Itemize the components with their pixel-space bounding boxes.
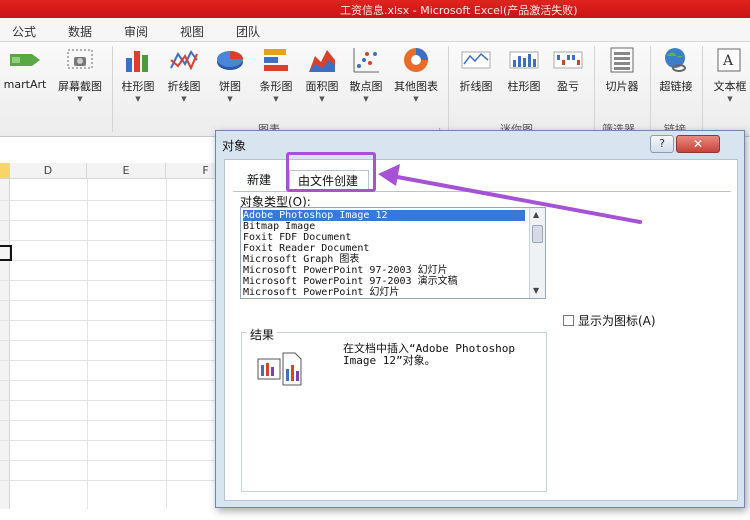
dialog-body: 新建 由文件创建 对象类型(O): Adobe Photoshop Image … — [224, 159, 738, 501]
sparkline-column-icon — [509, 51, 539, 69]
tab-new[interactable]: 新建 — [239, 170, 287, 192]
chevron-down-icon: ▼ — [227, 95, 233, 103]
scatter-chart-button[interactable]: 散点图 ▼ — [344, 46, 388, 103]
line-chart-icon — [170, 50, 198, 71]
grid-line — [0, 460, 215, 461]
slicer-icon — [610, 47, 634, 73]
scroll-thumb[interactable] — [532, 225, 543, 243]
grid-line — [0, 440, 215, 441]
tab-data[interactable]: 数据 — [68, 23, 92, 40]
grid-line — [0, 480, 215, 481]
grid-line — [0, 260, 215, 261]
ribbon: martArt 屏幕截图 ▼ 柱形图 ▼ 折线图 ▼ 饼图 ▼ 条形图 ▼ 面积… — [0, 42, 750, 137]
insert-object-icon — [257, 352, 302, 386]
list-item[interactable]: Microsoft PowerPoint 97-2003 演示文稿 — [243, 276, 458, 287]
smartart-icon — [10, 54, 40, 66]
grid-line — [0, 400, 215, 401]
column-chart-icon — [126, 51, 148, 72]
grid-line — [0, 380, 215, 381]
object-type-list[interactable]: Adobe Photoshop Image 12 Bitmap Image Fo… — [240, 207, 546, 299]
chevron-down-icon: ▼ — [413, 95, 419, 103]
chevron-down-icon: ▼ — [181, 95, 187, 103]
chevron-down-icon: ▼ — [363, 95, 369, 103]
area-chart-button[interactable]: 面积图 ▼ — [300, 46, 344, 103]
column-chart-button[interactable]: 柱形图 ▼ — [116, 46, 160, 103]
grid-line — [0, 280, 215, 281]
list-item[interactable]: Foxit Reader Document — [243, 243, 369, 254]
dialog-title: 对象 — [222, 139, 247, 153]
display-as-icon-label: 显示为图标(A) — [578, 314, 656, 328]
other-chart-button[interactable]: 其他图表 ▼ — [388, 46, 444, 103]
hyperlink-button[interactable]: 超链接 — [654, 46, 698, 94]
tab-view[interactable]: 视图 — [180, 23, 204, 40]
group-separator — [702, 46, 703, 132]
chevron-down-icon: ▼ — [319, 95, 325, 103]
textbox-button[interactable]: A 文本框 ▼ — [708, 46, 750, 103]
list-item[interactable]: Microsoft PowerPoint 幻灯片 — [243, 287, 399, 298]
chevron-down-icon: ▼ — [273, 95, 279, 103]
chevron-down-icon: ▼ — [135, 95, 141, 103]
group-separator — [448, 46, 449, 132]
list-item[interactable]: Foxit FDF Document — [243, 232, 351, 243]
area-chart-icon — [309, 50, 335, 72]
tab-review[interactable]: 审阅 — [124, 23, 148, 40]
grid-line — [0, 240, 215, 241]
scatter-chart-icon — [353, 48, 379, 73]
sparkline-line-icon — [461, 51, 491, 69]
active-cell-outline — [0, 245, 12, 261]
scroll-up-icon[interactable]: ▲ — [533, 210, 539, 219]
column-header-e[interactable]: E — [87, 163, 166, 179]
sparkline-line-button[interactable]: 折线图 — [454, 46, 498, 94]
ribbon-tab-row: 公式 数据 审阅 视图 团队 — [0, 18, 750, 42]
svg-text:A: A — [722, 53, 734, 69]
list-item[interactable]: Microsoft Graph 图表 — [243, 254, 359, 265]
grid-line — [0, 220, 215, 221]
annotation-highlight-box — [286, 152, 376, 192]
close-button[interactable]: ✕ — [676, 135, 720, 153]
grid-line — [0, 420, 215, 421]
column-header-d[interactable]: D — [10, 163, 87, 179]
result-label: 结果 — [247, 326, 278, 343]
display-as-icon-checkbox[interactable] — [563, 315, 574, 326]
smartart-button[interactable]: martArt — [0, 46, 50, 91]
bar-chart-icon — [264, 49, 288, 71]
column-header-selected[interactable] — [0, 163, 10, 179]
bar-chart-button[interactable]: 条形图 ▼ — [252, 46, 300, 103]
display-as-icon-option[interactable]: 显示为图标(A) — [563, 312, 656, 329]
grid-line — [0, 340, 215, 341]
group-separator — [112, 46, 113, 132]
grid-line — [0, 360, 215, 361]
pie-chart-icon — [217, 51, 243, 70]
line-chart-button[interactable]: 折线图 ▼ — [162, 46, 206, 103]
textbox-icon: A — [717, 48, 741, 72]
group-separator — [650, 46, 651, 132]
list-item[interactable]: Microsoft PowerPoint 97-2003 幻灯片 — [243, 265, 448, 276]
sparkline-column-button[interactable]: 柱形图 — [502, 46, 546, 94]
chevron-down-icon: ▼ — [77, 95, 83, 103]
list-scrollbar[interactable]: ▲ ▼ — [529, 208, 545, 298]
grid-line — [0, 200, 215, 201]
scroll-down-icon[interactable]: ▼ — [533, 286, 539, 295]
chevron-down-icon: ▼ — [727, 95, 733, 103]
title-bar: 工资信息.xlsx - Microsoft Excel(产品激活失败) — [0, 0, 750, 18]
grid-line — [0, 300, 215, 301]
result-description: 在文档中插入“Adobe Photoshop Image 12”对象。 — [343, 342, 515, 367]
window-title: 工资信息.xlsx - Microsoft Excel(产品激活失败) — [340, 4, 578, 17]
help-button[interactable]: ? — [650, 135, 674, 153]
tab-team[interactable]: 团队 — [236, 23, 260, 40]
screenshot-icon — [67, 49, 93, 69]
globe-link-icon — [665, 48, 686, 72]
screenshot-button[interactable]: 屏幕截图 ▼ — [52, 46, 108, 103]
grid-line — [0, 320, 215, 321]
sparkline-winloss-button[interactable]: 盈亏 — [548, 46, 588, 94]
donut-chart-icon — [404, 48, 428, 72]
slicer-button[interactable]: 切片器 — [598, 46, 646, 94]
list-item-selected[interactable]: Adobe Photoshop Image 12 — [243, 210, 525, 221]
list-item[interactable]: Bitmap Image — [243, 221, 315, 232]
sparkline-winloss-icon — [553, 51, 583, 69]
group-separator — [594, 46, 595, 132]
tab-formulas[interactable]: 公式 — [12, 23, 36, 40]
pie-chart-button[interactable]: 饼图 ▼ — [210, 46, 250, 103]
